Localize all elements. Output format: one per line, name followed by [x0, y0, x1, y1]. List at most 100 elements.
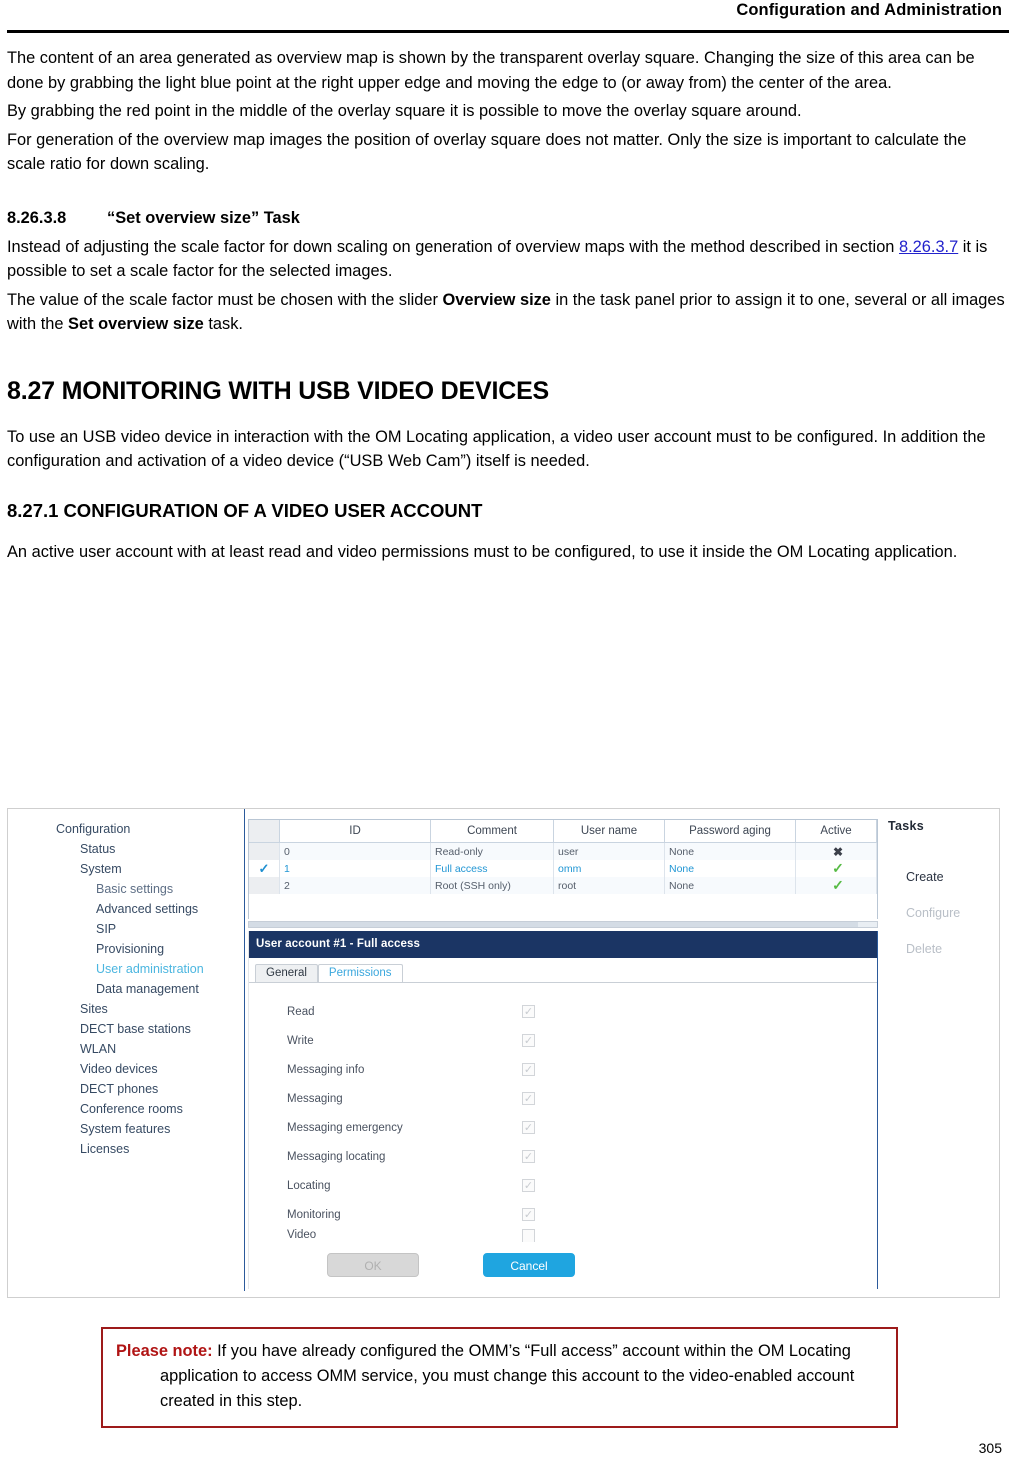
- permission-label: Locating: [287, 1179, 331, 1192]
- column-header-active[interactable]: Active: [795, 820, 877, 843]
- task-delete: Delete: [906, 942, 943, 956]
- active-check-icon: ✓: [795, 860, 877, 877]
- sidebar-divider: [244, 809, 245, 1291]
- cell-user-name: user: [553, 842, 665, 860]
- sidebar-item-user-administration[interactable]: User administration: [96, 959, 240, 979]
- paragraph-slider-value: The value of the scale factor must be ch…: [7, 288, 1005, 337]
- permission-checkbox[interactable]: ✓: [522, 1005, 535, 1018]
- please-note-label: Please note:: [116, 1342, 213, 1360]
- sidebar-item-status[interactable]: Status: [80, 839, 240, 859]
- sidebar-item-sip[interactable]: SIP: [96, 919, 240, 939]
- permission-label: Messaging: [287, 1092, 343, 1105]
- cell-user-name: omm: [553, 860, 665, 877]
- sidebar-item-configuration[interactable]: Configuration: [56, 819, 240, 839]
- permission-label: Write: [287, 1034, 314, 1047]
- heading-8-27-1: 8.27.1 CONFIGURATION OF A VIDEO USER ACCO…: [7, 498, 1005, 524]
- table-header-row: ID Comment User name Password aging Acti…: [249, 820, 877, 843]
- cell-id: 0: [279, 842, 431, 860]
- page-header-title: Configuration and Administration: [736, 1, 1002, 19]
- sidebar-item-dect-phones[interactable]: DECT phones: [80, 1079, 240, 1099]
- permission-checkbox[interactable]: ✓: [522, 1092, 535, 1105]
- sidebar-item-dect-base-stations[interactable]: DECT base stations: [80, 1019, 240, 1039]
- permission-label: Monitoring: [287, 1208, 341, 1221]
- permission-checkbox[interactable]: ✓: [522, 1150, 535, 1163]
- permission-row[interactable]: Locating ✓: [287, 1171, 838, 1200]
- paragraph-slider-part1: The value of the scale factor must be ch…: [7, 290, 443, 309]
- row-select-checkbox[interactable]: [249, 842, 280, 860]
- detail-panel-buttons: OK Cancel: [249, 1253, 957, 1277]
- column-header-id[interactable]: ID: [279, 820, 431, 843]
- tab-permissions[interactable]: Permissions: [317, 964, 403, 982]
- paragraph-red-point: By grabbing the red point in the middle …: [7, 102, 802, 120]
- permissions-list: Read ✓ Write ✓ Messaging info ✓ Messaging ✓ Mess…: [249, 997, 878, 1245]
- sidebar-item-wlan[interactable]: WLAN: [80, 1039, 240, 1059]
- sidebar-navigation: Configuration Status System Basic settings A…: [8, 819, 240, 1159]
- column-header-password-aging[interactable]: Password aging: [664, 820, 796, 843]
- sidebar-item-sites[interactable]: Sites: [80, 999, 240, 1019]
- heading-8-26-3-8-number: 8.26.3.8: [7, 208, 67, 227]
- tasks-panel: Tasks Create Configure Delete: [888, 819, 998, 967]
- sidebar-item-conference-rooms[interactable]: Conference rooms: [80, 1099, 240, 1119]
- cell-user-name: root: [553, 877, 665, 894]
- table-row[interactable]: ✓ 1 Full access omm None ✓: [249, 860, 877, 877]
- table-horizontal-scrollbar[interactable]: [248, 921, 878, 928]
- row-select-checkbox[interactable]: ✓: [249, 860, 280, 877]
- sidebar-item-advanced-settings[interactable]: Advanced settings: [96, 899, 240, 919]
- tab-general[interactable]: General: [255, 964, 318, 982]
- cell-id: 2: [279, 877, 431, 894]
- active-cross-icon: ✖: [795, 842, 877, 860]
- heading-8-27: 8.27 MONITORING WITH USB VIDEO DEVICES: [7, 376, 550, 405]
- permission-checkbox[interactable]: ✓: [522, 1179, 535, 1192]
- detail-panel-title-separator: -: [346, 938, 357, 950]
- permission-checkbox[interactable]: ✓: [522, 1208, 535, 1221]
- cell-comment: Full access: [430, 860, 554, 877]
- permission-row[interactable]: Messaging ✓: [287, 1084, 838, 1113]
- permission-checkbox[interactable]: ✓: [522, 1034, 535, 1047]
- permission-row[interactable]: Video: [287, 1229, 838, 1245]
- detail-panel-right-divider: [877, 931, 878, 1289]
- cross-reference-link[interactable]: 8.26.3.7: [899, 238, 958, 256]
- permission-checkbox[interactable]: [522, 1229, 535, 1242]
- paragraph-scale-factor-part1: Instead of adjusting the scale factor fo…: [7, 237, 899, 256]
- column-header-select[interactable]: [249, 820, 280, 843]
- task-configure: Configure: [906, 906, 961, 920]
- sidebar-item-system[interactable]: System: [80, 859, 240, 879]
- page-header: Configuration and Administration: [0, 0, 1016, 34]
- sidebar-item-licenses[interactable]: Licenses: [80, 1139, 240, 1159]
- permission-row[interactable]: Monitoring ✓: [287, 1200, 838, 1229]
- paragraph-slider-part3: task.: [203, 315, 243, 333]
- permission-label: Video: [287, 1229, 317, 1241]
- permission-row[interactable]: Messaging info ✓: [287, 1055, 838, 1084]
- permission-checkbox[interactable]: ✓: [522, 1063, 535, 1076]
- column-header-comment[interactable]: Comment: [430, 820, 554, 843]
- sidebar-item-video-devices[interactable]: Video devices: [80, 1059, 240, 1079]
- row-select-checkbox[interactable]: [249, 877, 280, 894]
- term-overview-size: Overview size: [442, 290, 551, 309]
- permission-row[interactable]: Read ✓: [287, 997, 838, 1026]
- heading-8-26-3-8-text: “Set overview size” Task: [107, 208, 300, 227]
- task-create[interactable]: Create: [888, 859, 998, 895]
- paragraph-overview-generation: For generation of the overview map image…: [7, 130, 967, 174]
- permission-row[interactable]: Messaging locating ✓: [287, 1142, 838, 1171]
- permission-checkbox[interactable]: ✓: [522, 1121, 535, 1134]
- column-header-user-name[interactable]: User name: [553, 820, 665, 843]
- please-note-text: Please note: If you have already configu…: [116, 1339, 883, 1414]
- paragraph-scale-factor: Instead of adjusting the scale factor fo…: [7, 235, 1005, 284]
- sidebar-item-basic-settings[interactable]: Basic settings: [96, 879, 240, 899]
- permission-row[interactable]: Write ✓: [287, 1026, 838, 1055]
- cell-password-aging: None: [664, 842, 796, 860]
- cancel-button[interactable]: Cancel: [483, 1253, 575, 1277]
- table-row[interactable]: 2 Root (SSH only) root None ✓: [249, 877, 877, 894]
- permission-row[interactable]: Messaging emergency ✓: [287, 1113, 838, 1142]
- sidebar-item-provisioning[interactable]: Provisioning: [96, 939, 240, 959]
- cell-password-aging: None: [664, 860, 796, 877]
- table-row[interactable]: 0 Read-only user None ✖: [249, 842, 877, 860]
- permission-label: Read: [287, 1005, 315, 1018]
- heading-8-27-1-text: CONFIGURATION OF A VIDEO USER ACCOUNT: [63, 499, 483, 521]
- sidebar-item-system-features[interactable]: System features: [80, 1119, 240, 1139]
- please-note-body: If you have already configured the OMM’s…: [160, 1342, 855, 1410]
- cell-password-aging: None: [664, 877, 796, 894]
- sidebar-item-data-management[interactable]: Data management: [96, 979, 240, 999]
- ok-button[interactable]: OK: [327, 1253, 419, 1277]
- tasks-panel-title: Tasks: [888, 819, 925, 833]
